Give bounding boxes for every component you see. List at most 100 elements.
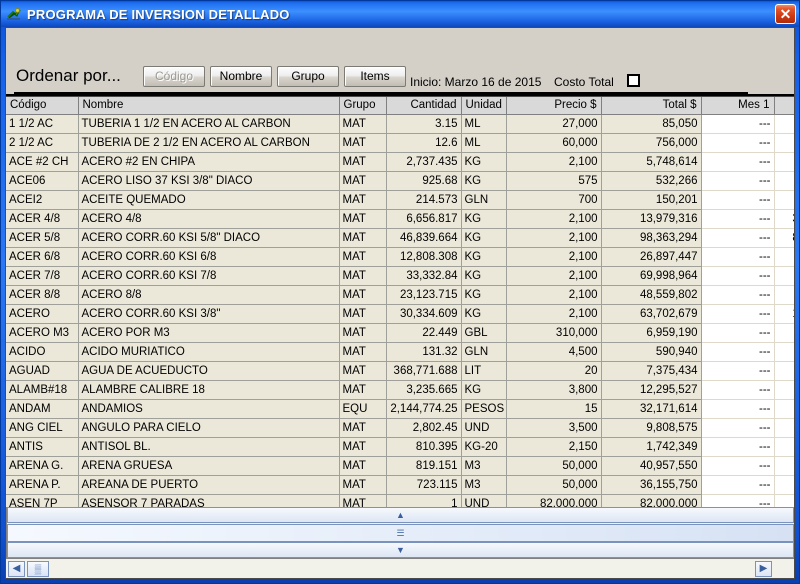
- cell-unidad: KG-20: [461, 437, 507, 457]
- col-header-grupo[interactable]: Grupo: [339, 97, 387, 115]
- table-row[interactable]: ARENA P. AREANA DE PUERTO MAT 723.115 M3 50,0…: [6, 475, 794, 495]
- table-row[interactable]: ACER 5/8 ACERO CORR.60 KSI 5/8" DIACO MAT 4…: [6, 228, 794, 248]
- table-row[interactable]: ACERO ACERO CORR.60 KSI 3/8" MAT 30,334.609…: [6, 304, 794, 324]
- table-row[interactable]: ANG CIEL ANGULO PARA CIELO MAT 2,802.45 UND 3…: [6, 418, 794, 438]
- scroll-right-icon[interactable]: ▶: [755, 560, 772, 577]
- col-header-cantidad[interactable]: Cantidad: [386, 97, 462, 115]
- sort-button-grupo[interactable]: Grupo: [277, 66, 339, 87]
- cell-unidad: UND: [461, 494, 507, 507]
- cell-cantidad: 214.573: [386, 190, 462, 210]
- cell-unidad: M3: [461, 475, 507, 495]
- cell-codigo: ACERO: [6, 304, 79, 324]
- cell-cantidad: 46,839.664: [386, 228, 462, 248]
- sort-button-items[interactable]: Items: [344, 66, 406, 87]
- cell-total: 6,959,190: [601, 323, 702, 343]
- cell-nombre: ACERO #2 EN CHIPA: [78, 152, 340, 172]
- cell-grupo: MAT: [339, 418, 387, 438]
- cell-mes1: ---: [701, 456, 775, 476]
- cell-mes2: ---: [774, 399, 794, 419]
- cell-grupo: MAT: [339, 228, 387, 248]
- cell-nombre: ACERO 8/8: [78, 285, 340, 305]
- cell-grupo: MAT: [339, 247, 387, 267]
- cell-total: 26,897,447: [601, 247, 702, 267]
- table-row[interactable]: ACER 6/8 ACERO CORR.60 KSI 6/8 MAT 12,808.3…: [6, 247, 794, 267]
- cell-codigo: ACIDO: [6, 342, 79, 362]
- app-icon[interactable]: [6, 6, 22, 22]
- cell-cantidad: 12.6: [386, 133, 462, 153]
- table-row[interactable]: ACER 8/8 ACERO 8/8 MAT 23,123.715 KG 2,100 48,…: [6, 285, 794, 305]
- total-cost-label: Costo Total: [554, 75, 614, 89]
- cell-mes1: ---: [701, 380, 775, 400]
- table-row[interactable]: ALAMB#18 ALAMBRE CALIBRE 18 MAT 3,235.665 KG…: [6, 380, 794, 400]
- col-header-precio[interactable]: Precio $: [506, 97, 602, 115]
- cell-unidad: LIT: [461, 361, 507, 381]
- cell-precio: 2,100: [506, 152, 602, 172]
- cell-codigo: 2 1/2 AC: [6, 133, 79, 153]
- cell-cantidad: 819.151: [386, 456, 462, 476]
- table-row[interactable]: ACER 4/8 ACERO 4/8 MAT 6,656.817 KG 2,100 13,9…: [6, 209, 794, 229]
- cell-cantidad: 12,808.308: [386, 247, 462, 267]
- table-row[interactable]: 2 1/2 AC TUBERIA DE 2 1/2 EN ACERO AL CAR…: [6, 133, 794, 153]
- cell-mes2: 1,575.291: [774, 304, 794, 324]
- cell-unidad: KG: [461, 171, 507, 191]
- cell-mes1: ---: [701, 266, 775, 286]
- vertical-scrollbar[interactable]: ▲ ☰ ▼: [6, 507, 794, 558]
- cell-mes1: ---: [701, 399, 775, 419]
- table-row[interactable]: ACE06 ACERO LISO 37 KSI 3/8" DIACO MAT 925.…: [6, 171, 794, 191]
- cell-cantidad: 23,123.715: [386, 285, 462, 305]
- table-row[interactable]: ACERO M3 ACERO POR M3 MAT 22.449 GBL 310,000 6…: [6, 323, 794, 343]
- table-row[interactable]: ACE #2 CH ACERO #2 EN CHIPA MAT 2,737.435 KG…: [6, 152, 794, 172]
- cell-precio: 2,100: [506, 247, 602, 267]
- horizontal-scrollbar[interactable]: ◀ ▒ ▶: [6, 558, 794, 578]
- table-row[interactable]: AGUAD AGUA DE ACUEDUCTO MAT 368,771.688 LIT 2…: [6, 361, 794, 381]
- cell-mes1: ---: [701, 209, 775, 229]
- cell-unidad: M3: [461, 456, 507, 476]
- table-row[interactable]: ANTIS ANTISOL BL. MAT 810.395 KG-20 2,150 1,74…: [6, 437, 794, 457]
- horizontal-scroll-thumb[interactable]: ▒: [27, 560, 49, 577]
- cell-grupo: MAT: [339, 209, 387, 229]
- cell-codigo: ACER 8/8: [6, 285, 79, 305]
- col-header-total[interactable]: Total $: [601, 97, 702, 115]
- cell-nombre: AREANA DE PUERTO: [78, 475, 340, 495]
- cell-unidad: KG: [461, 285, 507, 305]
- cell-unidad: KG: [461, 209, 507, 229]
- cell-mes2: ---: [774, 285, 794, 305]
- cell-grupo: MAT: [339, 114, 387, 134]
- cell-total: 48,559,802: [601, 285, 702, 305]
- sort-button-nombre[interactable]: Nombre: [210, 66, 272, 87]
- costo-total-checkbox[interactable]: [627, 74, 640, 87]
- cell-precio: 82,000,000: [506, 494, 602, 507]
- cell-unidad: KG: [461, 247, 507, 267]
- col-header-mes2[interactable]: Mes 2: [774, 97, 794, 115]
- sort-button-codigo[interactable]: Código: [143, 66, 205, 87]
- cell-mes2: ---: [774, 418, 794, 438]
- vertical-scroll-thumb[interactable]: ☰: [7, 524, 794, 542]
- scroll-up-icon[interactable]: ▲: [7, 507, 794, 523]
- cell-total: 150,201: [601, 190, 702, 210]
- cell-codigo: ARENA G.: [6, 456, 79, 476]
- table-row[interactable]: ANDAM ANDAMIOS EQU 2,144,774.25 PESOS 15 32,17…: [6, 399, 794, 419]
- window-title: PROGRAMA DE INVERSION DETALLADO: [27, 6, 290, 22]
- table-row[interactable]: ACER 7/8 ACERO CORR.60 KSI 7/8 MAT 33,332.8…: [6, 266, 794, 286]
- close-icon[interactable]: ✕: [775, 4, 796, 24]
- cell-codigo: ACE #2 CH: [6, 152, 79, 172]
- cell-unidad: KG: [461, 152, 507, 172]
- col-header-mes1[interactable]: Mes 1: [701, 97, 775, 115]
- cell-grupo: MAT: [339, 437, 387, 457]
- cell-cantidad: 2,144,774.25: [386, 399, 462, 419]
- scroll-down-icon[interactable]: ▼: [7, 542, 794, 558]
- table-row[interactable]: 1 1/2 AC TUBERIA 1 1/2 EN ACERO AL CARBON…: [6, 114, 794, 134]
- table-row[interactable]: ACEI2 ACEITE QUEMADO MAT 214.573 GLN 700 150,2…: [6, 190, 794, 210]
- table-row[interactable]: ASEN 7P ASENSOR 7 PARADAS MAT 1 UND 82,000,00…: [6, 494, 794, 507]
- col-header-codigo[interactable]: Código: [6, 97, 79, 115]
- table-row[interactable]: ARENA G. ARENA GRUESA MAT 819.151 M3 50,000 40…: [6, 456, 794, 476]
- cell-nombre: ACERO CORR.60 KSI 6/8: [78, 247, 340, 267]
- col-header-unidad[interactable]: Unidad: [461, 97, 507, 115]
- table-row[interactable]: ACIDO ACIDO MURIATICO MAT 131.32 GLN 4,500 590…: [6, 342, 794, 362]
- cell-mes2: 389.297: [774, 247, 794, 267]
- col-header-nombre[interactable]: Nombre: [78, 97, 340, 115]
- cell-total: 32,171,614: [601, 399, 702, 419]
- cell-grupo: MAT: [339, 171, 387, 191]
- title-bar[interactable]: PROGRAMA DE INVERSION DETALLADO ✕: [1, 1, 799, 27]
- scroll-left-icon[interactable]: ◀: [8, 560, 25, 577]
